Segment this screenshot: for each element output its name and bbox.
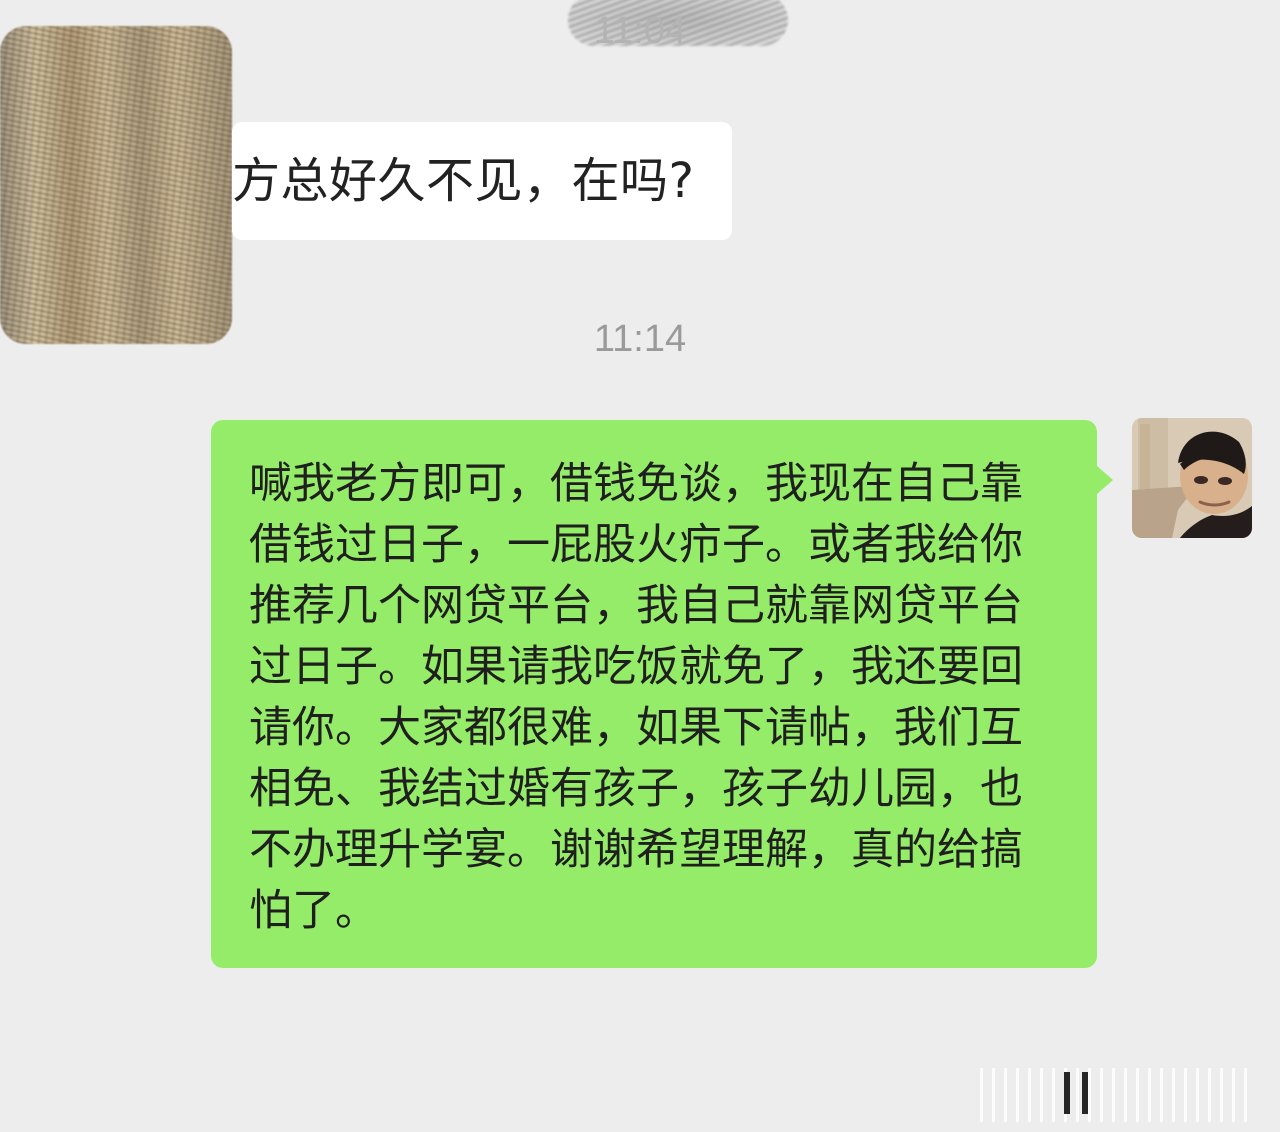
user-avatar[interactable] — [1132, 418, 1252, 538]
censored-sender-avatar — [0, 26, 232, 344]
outgoing-message-text: 喊我老方即可，借钱免谈，我现在自己靠借钱过日子，一屁股火疖子。或者我给你推荐几个… — [249, 459, 1023, 936]
timestamp-middle: 11:14 — [593, 318, 687, 360]
bottom-right-watermark — [980, 1068, 1250, 1122]
outgoing-message-bubble[interactable]: 喊我老方即可，借钱免谈，我现在自己靠借钱过日子，一屁股火疖子。或者我给你推荐几个… — [211, 420, 1113, 968]
chat-conversation: 11:04 方总好久不见，在吗? 11:14 喊我老方即可，借钱免谈，我现在自己… — [0, 0, 1280, 1132]
incoming-message-bubble[interactable]: 方总好久不见，在吗? — [232, 122, 732, 240]
watermark-stripes — [980, 1068, 1250, 1122]
incoming-message-text: 方总好久不见，在吗? — [232, 153, 695, 209]
watermark-mark-icon — [1064, 1072, 1088, 1114]
